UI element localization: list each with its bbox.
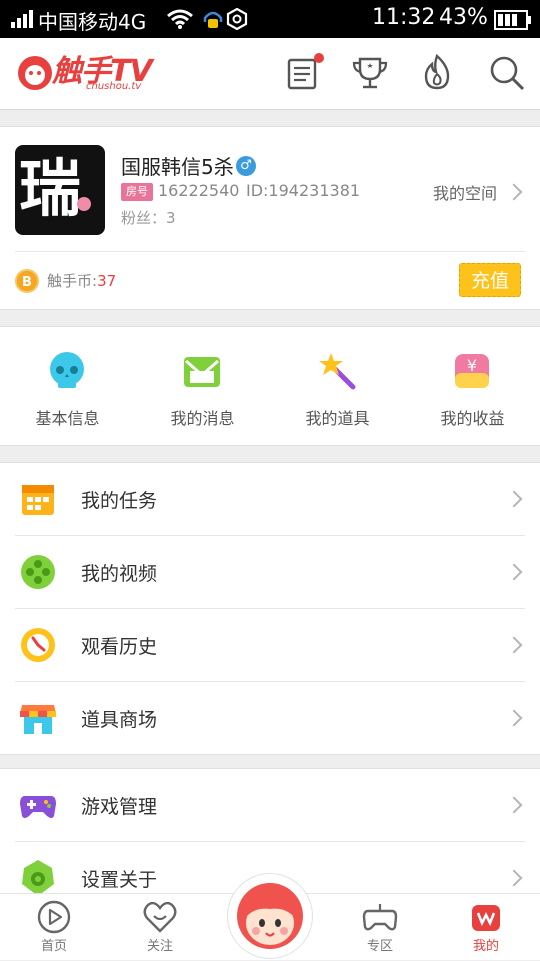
wallet-icon: ¥ bbox=[455, 354, 489, 388]
coin-label: 触手币: bbox=[47, 272, 98, 290]
battery-icon bbox=[494, 10, 531, 30]
live-center-button[interactable] bbox=[227, 873, 313, 959]
nav-follow[interactable]: 关注 bbox=[110, 894, 210, 961]
nav-label: 关注 bbox=[146, 939, 173, 954]
trophy-icon[interactable] bbox=[349, 52, 391, 94]
avatar-glyph: 瑞 bbox=[19, 152, 82, 225]
chevron-right-icon bbox=[505, 796, 523, 814]
clock-icon bbox=[21, 628, 55, 662]
logo-mascot-icon bbox=[18, 56, 52, 90]
menu-label: 游戏管理 bbox=[81, 796, 158, 818]
username: 国服韩信5杀 bbox=[121, 155, 234, 179]
chevron-right-icon bbox=[505, 183, 523, 201]
calendar-icon bbox=[22, 485, 54, 515]
carrier-label: 中国移动4G bbox=[38, 10, 147, 34]
quick-my-messages[interactable]: 我的消息 bbox=[135, 327, 270, 447]
menu-item-item-mall[interactable]: 道具商场 bbox=[0, 682, 540, 755]
nav-label: 首页 bbox=[40, 939, 67, 954]
menu-item-game-management[interactable]: 游戏管理 bbox=[0, 769, 540, 842]
battery-percent: 43% bbox=[439, 5, 488, 30]
menu-label: 观看历史 bbox=[81, 636, 158, 658]
settings-status-icon bbox=[226, 8, 248, 30]
envelope-icon bbox=[184, 357, 220, 387]
news-icon[interactable] bbox=[282, 52, 324, 94]
menu-group-1: 我的任务 我的视频 观看历史 道具商场 bbox=[0, 462, 540, 755]
profile-icon bbox=[472, 905, 500, 931]
divider bbox=[15, 251, 525, 252]
logo-subtitle: chushou.tv bbox=[86, 81, 142, 92]
quick-my-earnings[interactable]: ¥ 我的收益 bbox=[405, 327, 540, 447]
clock-time: 11:32 bbox=[372, 5, 436, 30]
mascot-face-icon bbox=[237, 883, 303, 949]
svg-text:¥: ¥ bbox=[467, 356, 477, 375]
controller-icon bbox=[362, 904, 398, 931]
fans-count: 粉丝：3 bbox=[121, 209, 176, 227]
headset-icon bbox=[203, 11, 223, 28]
recharge-button[interactable]: 充值 bbox=[459, 263, 521, 297]
heart-icon bbox=[143, 901, 177, 933]
quick-label: 我的收益 bbox=[440, 409, 505, 428]
nav-zone[interactable]: 专区 bbox=[330, 894, 430, 961]
room-tag: 房号 bbox=[121, 183, 153, 201]
play-circle-icon bbox=[37, 900, 71, 934]
profile-card: 瑞 国服韩信5杀 ♂ 房号 16222540 ID:194231381 粉丝：3… bbox=[0, 126, 540, 310]
menu-label: 我的任务 bbox=[81, 490, 158, 512]
nav-mine[interactable]: 我的 bbox=[436, 894, 536, 961]
wifi-icon bbox=[167, 9, 193, 29]
film-reel-icon bbox=[21, 555, 55, 589]
quick-label: 我的消息 bbox=[170, 409, 235, 428]
coin-value: 37 bbox=[97, 272, 117, 290]
nav-home[interactable]: 首页 bbox=[4, 894, 104, 961]
app-header: 触手TV chushou.tv bbox=[0, 38, 540, 110]
magic-wand-icon bbox=[319, 353, 356, 390]
quick-actions: 基本信息 我的消息 我的道具 ¥ 我的收益 bbox=[0, 326, 540, 446]
coin-balance: 触手币:37 bbox=[47, 270, 116, 291]
chevron-right-icon bbox=[505, 709, 523, 727]
room-number: 16222540 bbox=[158, 181, 240, 200]
chevron-right-icon bbox=[505, 563, 523, 581]
search-icon[interactable] bbox=[486, 52, 528, 94]
menu-item-my-tasks[interactable]: 我的任务 bbox=[0, 463, 540, 536]
shop-icon bbox=[20, 705, 56, 734]
quick-basic-info[interactable]: 基本信息 bbox=[0, 327, 135, 447]
settings-icon bbox=[22, 860, 54, 896]
quick-label: 我的道具 bbox=[305, 409, 370, 428]
nav-label: 专区 bbox=[366, 939, 393, 954]
gamepad-icon bbox=[20, 796, 56, 818]
user-id: ID:194231381 bbox=[246, 181, 361, 200]
quick-label: 基本信息 bbox=[35, 409, 100, 428]
coin-icon: B bbox=[15, 269, 39, 293]
nav-label: 我的 bbox=[472, 939, 499, 954]
avatar[interactable]: 瑞 bbox=[15, 145, 105, 235]
menu-item-watch-history[interactable]: 观看历史 bbox=[0, 609, 540, 682]
notification-dot bbox=[314, 53, 324, 63]
male-gender-icon: ♂ bbox=[236, 156, 256, 176]
hot-flame-icon[interactable] bbox=[416, 52, 458, 94]
chevron-right-icon bbox=[505, 490, 523, 508]
chevron-right-icon bbox=[505, 636, 523, 654]
menu-label: 我的视频 bbox=[81, 563, 158, 585]
menu-label: 设置关于 bbox=[81, 869, 158, 891]
chevron-right-icon bbox=[505, 869, 523, 887]
menu-label: 道具商场 bbox=[81, 709, 158, 731]
quick-my-items[interactable]: 我的道具 bbox=[270, 327, 405, 447]
my-space-link[interactable]: 我的空间 bbox=[433, 180, 497, 204]
menu-item-my-videos[interactable]: 我的视频 bbox=[0, 536, 540, 609]
skull-icon bbox=[50, 352, 84, 388]
status-bar: 中国移动4G 11:32 43% bbox=[0, 0, 540, 38]
